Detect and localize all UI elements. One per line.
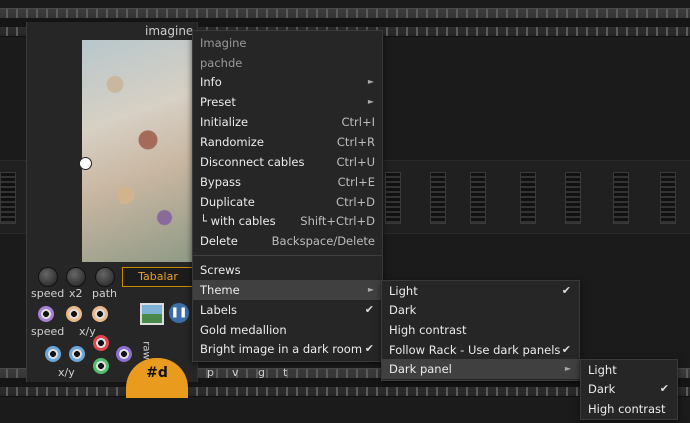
dark-panel-item-light[interactable]: Light: [581, 360, 677, 380]
submenu-arrow-icon: ►: [367, 77, 374, 86]
speed-label-2: speed: [31, 325, 65, 338]
menu-separator: [193, 255, 382, 256]
menu-item-info[interactable]: Info ►: [193, 72, 382, 92]
shortcut-text: Ctrl+I: [341, 115, 376, 129]
g-label: g: [258, 366, 265, 379]
shortcut-text: Ctrl+E: [337, 175, 375, 189]
menu-item-bypass[interactable]: Bypass Ctrl+E: [193, 172, 382, 192]
module-context-menu: Imagine pachde Info ► Preset ► Initializ…: [192, 30, 383, 362]
preset-name-display: Tabalar: [122, 267, 194, 287]
xy-output-jack-x[interactable]: [45, 346, 61, 362]
theme-item-dark-panel[interactable]: Dark panel ►: [382, 359, 579, 379]
menu-item-duplicate[interactable]: Duplicate Ctrl+D: [193, 192, 382, 212]
shortcut-text: Ctrl+U: [336, 155, 375, 169]
theme-item-dark[interactable]: Dark: [382, 300, 579, 320]
menu-item-gold-medallion[interactable]: Gold medallion: [193, 320, 382, 340]
shortcut-text: Ctrl+D: [336, 195, 375, 209]
pause-icon[interactable]: ❚❚: [169, 303, 189, 323]
ribbon-connector: [470, 172, 486, 224]
ribbon-connector: [385, 172, 401, 224]
menu-item-screws[interactable]: Screws: [193, 260, 382, 280]
blue-output-jack[interactable]: [116, 346, 132, 362]
speed-knob[interactable]: [38, 267, 58, 287]
submenu-arrow-icon: ►: [367, 285, 374, 294]
raw-label: raw: [140, 341, 152, 360]
xy-label-2: x/y: [58, 366, 75, 379]
ribbon-connector: [0, 172, 16, 224]
checkmark-icon: ✔: [364, 303, 374, 316]
menu-item-preset[interactable]: Preset ►: [193, 92, 382, 112]
dark-panel-item-high-contrast[interactable]: High contrast: [581, 399, 677, 419]
ribbon-connector: [520, 172, 536, 224]
v-label: v: [232, 366, 239, 379]
ribbon-connector: [565, 172, 581, 224]
image-icon[interactable]: [140, 303, 164, 325]
speed-input-jack[interactable]: [38, 306, 54, 322]
ribbon-connector: [613, 172, 629, 224]
menu-item-delete[interactable]: Delete Backspace/Delete: [193, 231, 382, 251]
submenu-arrow-icon: ►: [564, 364, 571, 373]
x2-label: x2: [69, 287, 83, 300]
ribbon-connector: [430, 172, 446, 224]
theme-item-light[interactable]: Light ✔: [382, 281, 579, 301]
xy-output-jack-y[interactable]: [69, 346, 85, 362]
submenu-arrow-icon: ►: [367, 97, 374, 106]
t-label: t: [283, 366, 288, 379]
menu-item-labels[interactable]: Labels ✔: [193, 300, 382, 320]
menu-item-disconnect-cables[interactable]: Disconnect cables Ctrl+U: [193, 152, 382, 172]
theme-submenu: Light ✔ Dark High contrast Follow Rack -…: [381, 280, 580, 381]
x2-knob[interactable]: [66, 267, 86, 287]
ribbon-connector: [660, 172, 676, 224]
shortcut-text: Ctrl+R: [336, 135, 375, 149]
shortcut-text: Backspace/Delete: [271, 234, 375, 248]
xy-input-jack-y[interactable]: [92, 306, 108, 322]
xy-label-1: x/y: [79, 325, 96, 338]
checkmark-icon: ✔: [659, 382, 669, 395]
p-label: p: [207, 366, 214, 379]
menu-item-initialize[interactable]: Initialize Ctrl+I: [193, 112, 382, 132]
checkmark-icon: ✔: [561, 343, 571, 356]
menu-item-randomize[interactable]: Randomize Ctrl+R: [193, 132, 382, 152]
menu-header-module: Imagine: [200, 36, 247, 50]
menu-item-bright-image[interactable]: Bright image in a dark room ✔: [193, 339, 382, 359]
checkmark-icon: ✔: [561, 284, 571, 297]
dark-panel-item-dark[interactable]: Dark ✔: [581, 379, 677, 399]
path-knob[interactable]: [95, 267, 115, 287]
menu-header-brand: pachde: [200, 56, 243, 70]
speed-label: speed: [31, 287, 65, 300]
menu-item-theme[interactable]: Theme ►: [193, 280, 382, 300]
module-title: imagine: [145, 24, 194, 38]
module-image: [82, 40, 192, 262]
green-output-jack[interactable]: [93, 358, 109, 374]
red-output-jack[interactable]: [93, 335, 109, 351]
shortcut-text: Shift+Ctrl+D: [300, 214, 375, 228]
theme-item-follow-rack[interactable]: Follow Rack - Use dark panels ✔: [382, 340, 579, 360]
path-label: path: [92, 287, 118, 300]
checkmark-icon: ✔: [364, 342, 374, 355]
menu-item-duplicate-with-cables[interactable]: └ with cables Shift+Ctrl+D: [193, 211, 382, 231]
theme-item-high-contrast[interactable]: High contrast: [382, 320, 579, 340]
xy-input-jack-x[interactable]: [66, 306, 82, 322]
image-handle[interactable]: [79, 157, 92, 170]
dark-panel-submenu: Light Dark ✔ High contrast: [580, 359, 678, 420]
